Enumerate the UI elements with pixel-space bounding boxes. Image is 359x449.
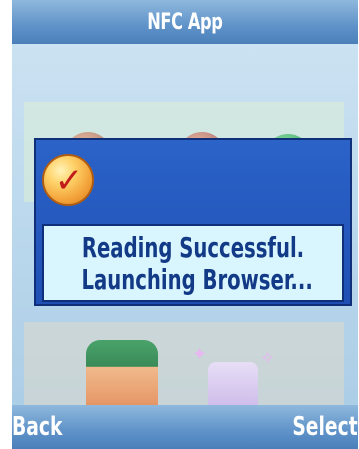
message-line-2: Launching Browser... (81, 263, 313, 296)
sparkle-icon: ✦ (192, 344, 208, 365)
sparkle-icon: ✧ (260, 348, 276, 369)
checkmark-glyph: ✓ (54, 161, 84, 201)
message-line-1: Reading Successful. (81, 231, 305, 264)
status-dialog: ✓ Reading Successful. Launching Browser.… (34, 138, 352, 306)
message-box: Reading Successful. Launching Browser... (42, 224, 344, 302)
phone-screen: NFC App ✦ ✧ ✓ Reading Successful. Launch… (12, 0, 358, 449)
checkmark-icon: ✓ (42, 154, 94, 206)
select-softkey[interactable]: Select (293, 412, 358, 442)
app-title: NFC App (147, 9, 223, 35)
back-softkey[interactable]: Back (12, 412, 62, 442)
softkey-bar: Back Select (12, 405, 358, 449)
title-bar: NFC App (12, 0, 358, 44)
